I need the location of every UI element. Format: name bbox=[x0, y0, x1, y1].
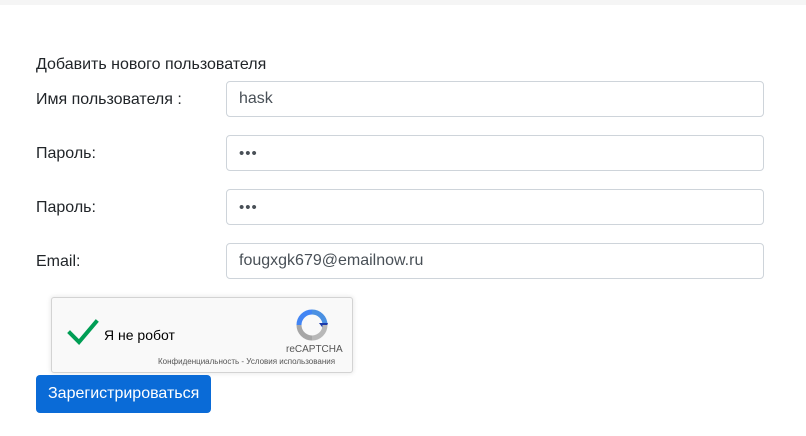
checkmark-icon[interactable] bbox=[67, 318, 99, 346]
register-button[interactable]: Зарегистрироваться bbox=[36, 375, 212, 413]
terms-link[interactable]: Условия использования bbox=[246, 357, 335, 366]
form-title: Добавить нового пользователя bbox=[36, 56, 267, 73]
username-label: Имя пользователя : bbox=[36, 91, 182, 108]
password-confirm-label: Пароль: bbox=[36, 199, 96, 216]
top-strip bbox=[0, 0, 806, 5]
privacy-link[interactable]: Конфиденциальность bbox=[158, 357, 239, 366]
recaptcha-links: Конфиденциальность - Условия использован… bbox=[158, 357, 335, 366]
username-input[interactable] bbox=[226, 81, 764, 117]
email-label: Email: bbox=[36, 253, 81, 270]
email-input[interactable] bbox=[226, 243, 764, 279]
recaptcha-logo-icon bbox=[296, 309, 328, 341]
recaptcha-brand: reCAPTCHA bbox=[286, 344, 343, 355]
password-confirm-input[interactable] bbox=[226, 189, 764, 225]
password-input[interactable] bbox=[226, 135, 764, 171]
password-label: Пароль: bbox=[36, 145, 96, 162]
recaptcha-widget: Я не робот reCAPTCHA Конфиденциальность … bbox=[51, 297, 353, 373]
recaptcha-label: Я не робот bbox=[104, 327, 175, 343]
